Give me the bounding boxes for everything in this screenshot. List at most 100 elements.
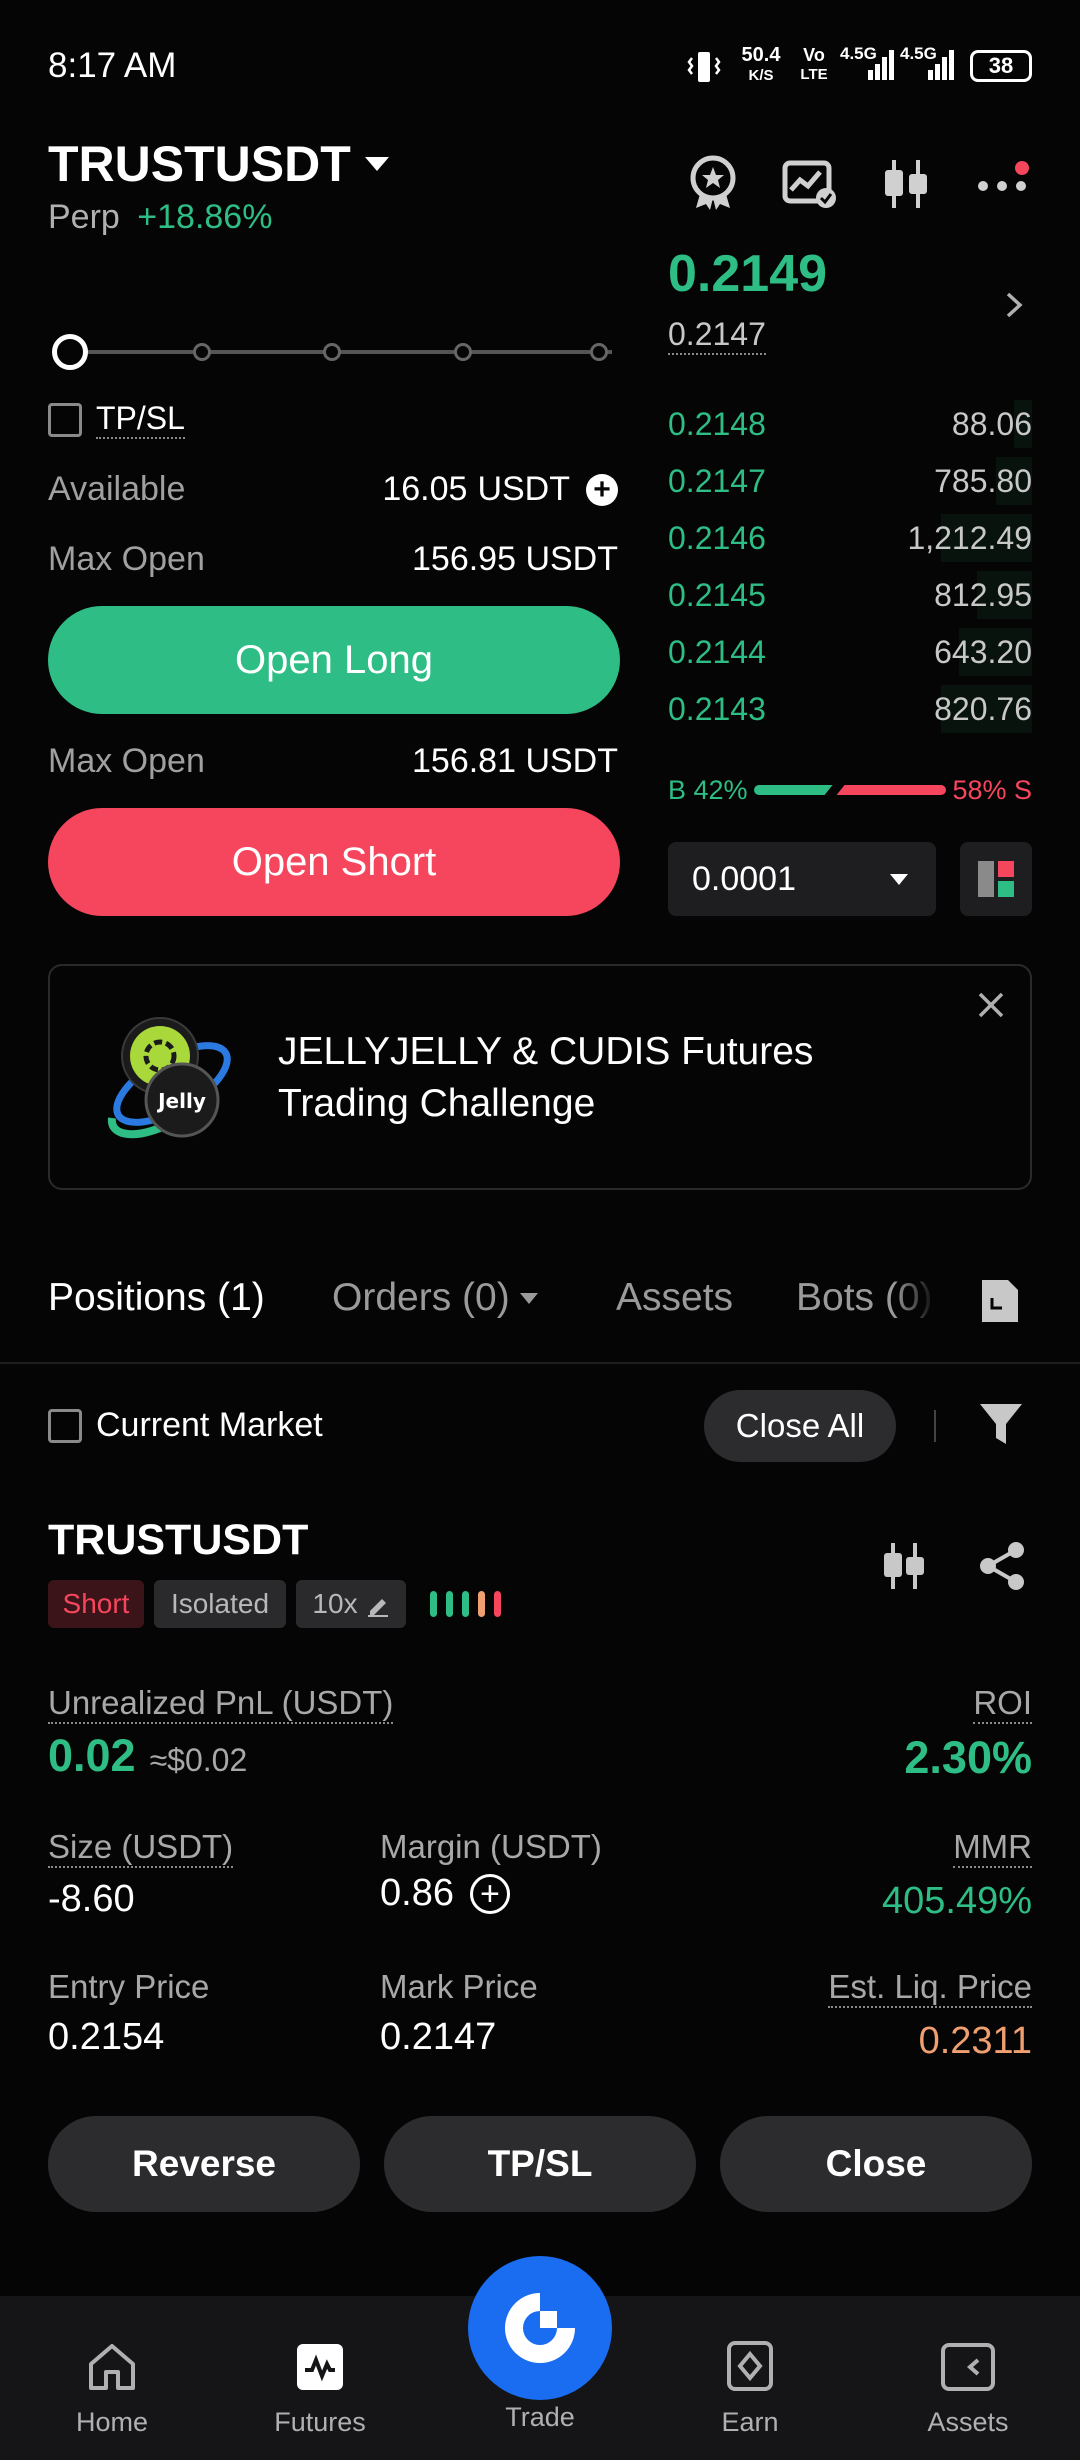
orderbook-layout-button[interactable]: [960, 842, 1032, 916]
tab-positions[interactable]: Positions (1): [48, 1276, 265, 1320]
slider-track: [72, 350, 612, 354]
contract-info: Perp +18.86%: [48, 198, 272, 237]
orderbook-row[interactable]: 0.2144 643.20: [668, 626, 1032, 678]
orderbook-price: 0.2143: [668, 690, 766, 727]
roi-value: 2.30%: [904, 1732, 1032, 1783]
amount-slider[interactable]: [50, 332, 620, 372]
tpsl-button[interactable]: TP/SL: [384, 2116, 696, 2212]
nav-futures[interactable]: Futures: [240, 2342, 400, 2438]
available-label: Available: [48, 470, 186, 508]
mmr-label: MMR: [953, 1828, 1032, 1868]
orderbook-qty: 812.95: [934, 576, 1032, 613]
orderbook-row[interactable]: 0.2148 88.06: [668, 398, 1032, 450]
position-symbol: TRUSTUSDT: [48, 1516, 309, 1564]
buy-sell-ratio: B 42% 58% S: [668, 774, 1032, 806]
filter-icon[interactable]: [978, 1400, 1024, 1450]
orderbook-row[interactable]: 0.2147 785.80: [668, 455, 1032, 507]
promo-banner[interactable]: Jelly JELLYJELLY & CUDIS Futures Trading…: [48, 964, 1032, 1190]
symbol-title: TRUSTUSDT: [48, 136, 351, 192]
candlestick-icon[interactable]: [880, 1540, 928, 1592]
unrealized-pnl-label: Unrealized PnL (USDT): [48, 1684, 394, 1724]
current-market-label: Current Market: [96, 1406, 323, 1444]
orderbook-price: 0.2147: [668, 462, 766, 499]
rewards-badge-icon[interactable]: [686, 154, 740, 212]
status-bar: 8:17 AM 50.4 K/S Vo LTE 4.5G 4.5G 38: [0, 0, 1080, 130]
orderbook-row[interactable]: 0.2146 1,212.49: [668, 512, 1032, 564]
current-market-checkbox[interactable]: [48, 1408, 82, 1443]
mark-price-value: 0.2147: [380, 2016, 497, 2058]
open-short-button[interactable]: Open Short: [48, 808, 620, 916]
entry-price-value: 0.2154: [48, 2016, 165, 2058]
orderbook-row[interactable]: 0.2145 812.95: [668, 569, 1032, 621]
promo-text: JELLYJELLY & CUDIS Futures Trading Chall…: [278, 1030, 814, 1125]
earn-icon: [727, 2341, 773, 2391]
buy-ratio-label: B 42%: [668, 774, 748, 805]
reverse-button[interactable]: Reverse: [48, 2116, 360, 2212]
current-market-toggle[interactable]: Current Market: [48, 1406, 323, 1445]
trade-logo-icon: [505, 2293, 575, 2363]
roi-label: ROI: [973, 1684, 1032, 1724]
precision-value: 0.0001: [692, 859, 796, 898]
vibrate-icon: [686, 50, 722, 84]
add-funds-icon[interactable]: +: [586, 473, 618, 506]
margin-value: 0.86: [380, 1872, 454, 1914]
close-all-button[interactable]: Close All: [704, 1390, 896, 1462]
tab-orders[interactable]: Orders (0): [332, 1276, 538, 1320]
chevron-right-icon[interactable]: [1002, 290, 1026, 320]
nav-trade[interactable]: Trade: [460, 2256, 620, 2433]
tpsl-label: TP/SL: [96, 400, 185, 439]
open-long-button[interactable]: Open Long: [48, 606, 620, 714]
tpsl-toggle[interactable]: TP/SL: [48, 400, 185, 439]
precision-dropdown[interactable]: 0.0001: [668, 842, 936, 916]
tabs-divider: [0, 1362, 1080, 1364]
contract-type: Perp: [48, 198, 120, 236]
entry-price-label: Entry Price: [48, 1968, 210, 2005]
orderbook-price: 0.2146: [668, 519, 766, 556]
max-open-long-label: Max Open: [48, 540, 205, 578]
orderbook-qty: 88.06: [951, 405, 1032, 442]
available-value: 16.05 USDT +: [382, 470, 618, 509]
unrealized-pnl-value: 0.02: [48, 1730, 136, 1781]
chart-check-icon[interactable]: [782, 160, 838, 208]
symbol-selector[interactable]: TRUSTUSDT: [48, 134, 389, 194]
clock: 8:17 AM: [48, 46, 177, 85]
mark-price-label: Mark Price: [380, 1968, 538, 2005]
orderbook-qty: 785.80: [934, 462, 1032, 499]
ratio-bar-sell: [836, 785, 947, 795]
tab-bots[interactable]: Bots (0): [796, 1276, 936, 1320]
nav-assets[interactable]: Assets: [888, 2342, 1048, 2438]
caret-down-icon: [364, 157, 389, 171]
liq-price-label: Est. Liq. Price: [828, 1968, 1032, 2008]
side-badge: Short: [48, 1580, 144, 1628]
orderbook-row[interactable]: 0.2143 820.76: [668, 683, 1032, 735]
tpsl-checkbox[interactable]: [48, 402, 82, 437]
close-icon[interactable]: [976, 990, 1006, 1020]
slider-handle[interactable]: [52, 334, 88, 370]
history-doc-icon[interactable]: [978, 1276, 1022, 1326]
nav-earn[interactable]: Earn: [670, 2340, 830, 2438]
signal-1-icon: 4.5G: [840, 44, 898, 84]
volte-indicator: Vo LTE: [800, 45, 828, 83]
max-open-short-value: 156.81 USDT: [412, 742, 618, 780]
orderbook-price: 0.2144: [668, 633, 766, 670]
filter-divider: [934, 1410, 936, 1442]
leverage-badge[interactable]: 10x: [296, 1580, 406, 1628]
slider-tick: [590, 343, 608, 361]
orderbook-price: 0.2148: [668, 405, 766, 442]
nav-home[interactable]: Home: [32, 2342, 192, 2438]
tab-assets[interactable]: Assets: [616, 1276, 733, 1320]
trade-button[interactable]: [468, 2256, 612, 2400]
positions-tabs: Positions (1) Orders (0) Assets Bots (0): [48, 1276, 1032, 1326]
slider-tick: [454, 343, 472, 361]
battery-icon: 38: [970, 50, 1032, 82]
size-label: Size (USDT): [48, 1828, 234, 1868]
signal-2-icon: 4.5G: [900, 44, 958, 84]
share-icon[interactable]: [976, 1540, 1028, 1592]
more-menu-icon[interactable]: [976, 160, 1032, 208]
add-margin-icon[interactable]: +: [469, 1873, 510, 1914]
orderbook-qty: 643.20: [934, 633, 1032, 670]
slider-tick: [323, 343, 341, 361]
network-speed: 50.4 K/S: [741, 44, 781, 84]
candlestick-icon[interactable]: [880, 156, 932, 212]
close-position-button[interactable]: Close: [720, 2116, 1032, 2212]
